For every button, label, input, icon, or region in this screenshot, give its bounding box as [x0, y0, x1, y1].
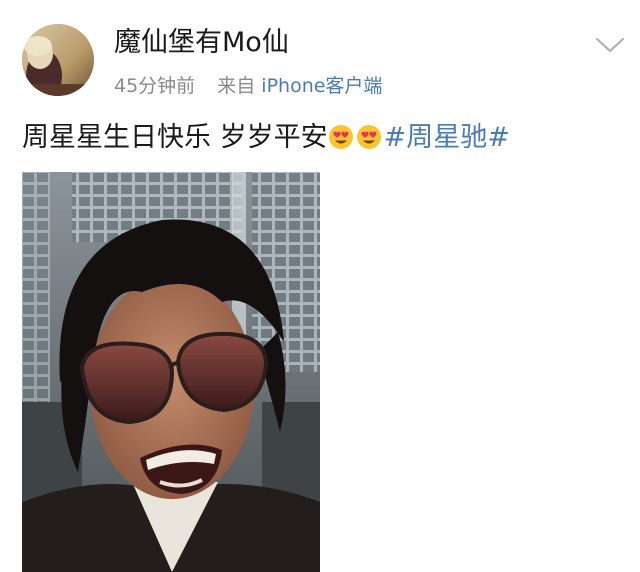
post-content: 周星星生日快乐 岁岁平安 #周星驰#: [22, 118, 510, 162]
source-label: 来自: [217, 75, 256, 97]
chevron-down-icon[interactable]: [594, 34, 626, 56]
heart-eyes-emoji: [328, 122, 354, 162]
photo-thumbnail: [22, 172, 320, 572]
heart-eyes-emoji: [356, 122, 382, 162]
post-text: 周星星生日快乐 岁岁平安: [22, 122, 328, 153]
post-meta: 45分钟前 来自 iPhone客户端: [114, 73, 382, 99]
user-avatar[interactable]: [22, 24, 94, 96]
weibo-post: 魔仙堡有Mo仙 45分钟前 来自 iPhone客户端 周星星生日快乐 岁岁平安 …: [0, 0, 640, 572]
source-device[interactable]: iPhone客户端: [261, 75, 382, 97]
avatar-image: [22, 24, 94, 96]
post-time: 45分钟前: [114, 75, 196, 97]
hashtag-link[interactable]: #周星驰#: [384, 122, 510, 153]
author-name[interactable]: 魔仙堡有Mo仙: [114, 26, 289, 60]
post-photo[interactable]: [22, 172, 320, 572]
